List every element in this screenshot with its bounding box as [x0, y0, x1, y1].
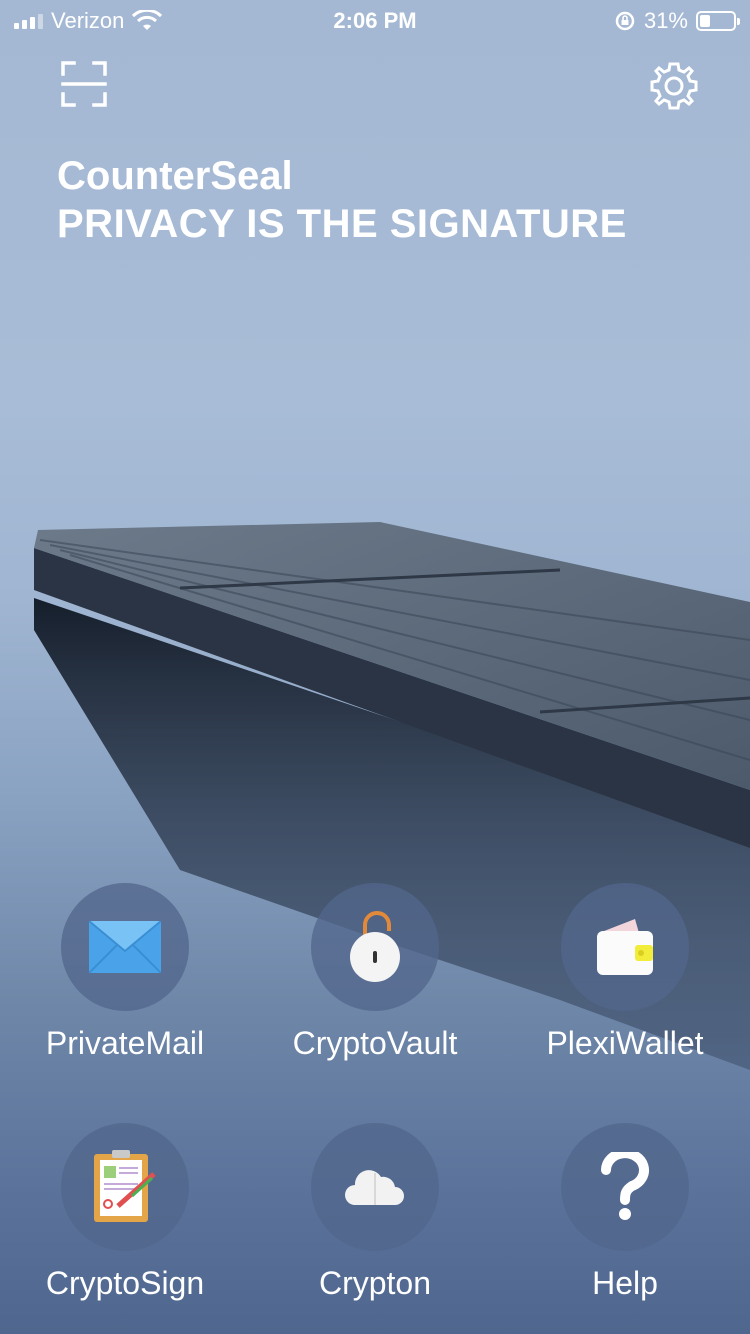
cloud-icon	[345, 1170, 404, 1205]
app-icon-circle[interactable]	[311, 883, 439, 1011]
app-icon-circle[interactable]	[561, 1123, 689, 1251]
app-crypton[interactable]: Crypton	[250, 1123, 500, 1302]
app-icon-circle[interactable]	[561, 883, 689, 1011]
brand-header: CounterSeal PRIVACY IS THE SIGNATURE	[57, 152, 627, 248]
app-plexiwallet[interactable]: PlexiWallet	[500, 883, 750, 1062]
rotation-lock-icon	[615, 11, 635, 31]
battery-percent: 31%	[643, 8, 688, 33]
padlock-icon	[350, 911, 400, 982]
app-label: CryptoSign	[45, 1265, 205, 1301]
app-label: Help	[592, 1265, 658, 1301]
app-label: PlexiWallet	[546, 1025, 704, 1061]
scan-icon[interactable]	[60, 60, 108, 108]
envelope-icon	[89, 921, 161, 973]
app-label: PrivateMail	[45, 1025, 205, 1061]
clipboard-sign-icon	[94, 1150, 156, 1222]
gear-icon[interactable]	[648, 60, 700, 112]
app-icon-circle[interactable]	[61, 883, 189, 1011]
app-icon-circle[interactable]	[61, 1123, 189, 1251]
question-mark-icon	[601, 1152, 649, 1220]
app-name: CounterSeal	[57, 154, 293, 198]
app-label: Crypton	[318, 1265, 432, 1301]
status-bar: Verizon 2:06 PM 31%	[0, 0, 750, 40]
app-help[interactable]: Help	[500, 1123, 750, 1302]
app-cryptosign[interactable]: CryptoSign	[0, 1123, 250, 1302]
app-icon-circle[interactable]	[311, 1123, 439, 1251]
app-label: CryptoVault	[292, 1025, 458, 1061]
app-privatemail[interactable]: PrivateMail	[0, 883, 250, 1062]
tagline: PRIVACY IS THE SIGNATURE	[57, 202, 627, 246]
app-cryptovault[interactable]: CryptoVault	[250, 883, 500, 1062]
battery-icon	[696, 11, 740, 31]
wallet-icon	[597, 919, 653, 975]
